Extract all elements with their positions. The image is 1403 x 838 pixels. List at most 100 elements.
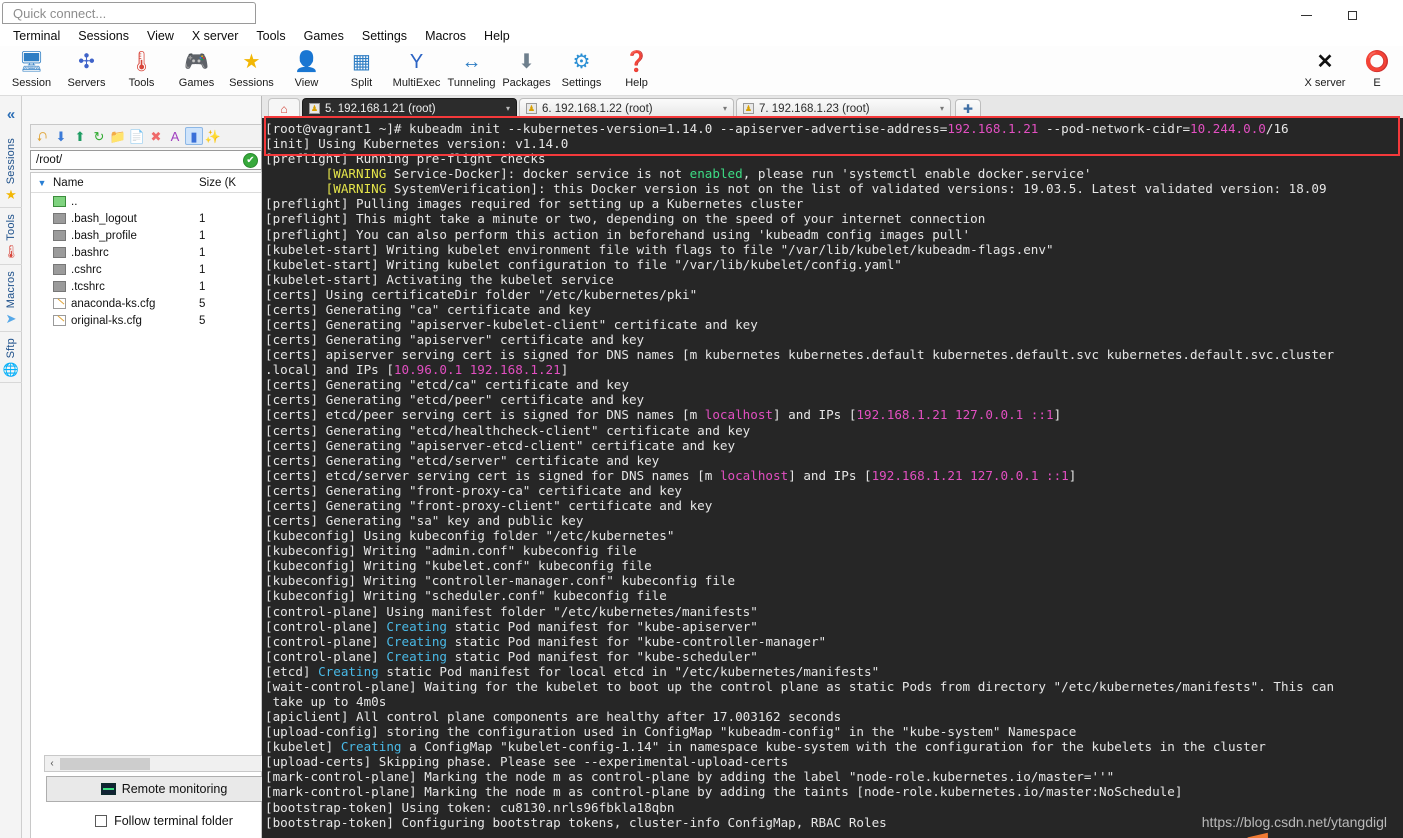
sort-descending-icon[interactable]: ▼ (31, 178, 53, 188)
x-server-icon: ✕ (1316, 51, 1334, 73)
terminal-output[interactable]: [root@vagrant1 ~]# kubeadm init --kubern… (262, 118, 1403, 838)
toolbar-button-sessions[interactable]: ★ Sessions (224, 46, 279, 89)
file-size: 1 (199, 229, 206, 242)
file-list-row[interactable]: .bash_logout 1 (31, 210, 261, 227)
refresh-icon[interactable]: ↻ (90, 127, 108, 145)
chevron-down-icon[interactable]: ▾ (506, 104, 510, 113)
toolbar-button-x-server[interactable]: ✕ X server (1299, 46, 1351, 89)
sidebar-vtab-tools[interactable]: 🌡 Tools (0, 208, 22, 265)
menu-item-x-server[interactable]: X server (183, 27, 248, 45)
terminal-line: [WARNING Service-Docker]: docker service… (325, 166, 1092, 182)
file-list-row[interactable]: .bash_profile 1 (31, 227, 261, 244)
scrollbar-thumb[interactable] (60, 757, 150, 770)
mobaxterm-window: 192.168.1.21 (root) TerminalSessionsView… (0, 0, 1403, 838)
terminal-line: [certs] Generating "ca" certificate and … (265, 301, 592, 317)
terminal-tab-1[interactable]: ♟ 5. 192.168.1.21 (root) ▾ (302, 98, 517, 118)
sftp-file-list[interactable]: ▼ Name Size (K .. .bash_logout 1 .bash_prof… (30, 172, 262, 838)
globe-icon: 🌐 (2, 361, 20, 377)
column-header-size[interactable]: Size (K (199, 177, 261, 189)
file-list-row[interactable]: anaconda-ks.cfg 5 (31, 295, 261, 312)
toolbar-button-help[interactable]: ❓ Help (609, 46, 664, 89)
new-file-icon[interactable]: 📄 (128, 127, 146, 145)
sftp-path-bar[interactable]: /root/ ✔ (30, 150, 262, 170)
file-list-row[interactable]: .bashrc 1 (31, 244, 261, 261)
chevron-down-icon[interactable]: ▾ (723, 104, 727, 113)
path-ok-icon[interactable]: ✔ (243, 153, 258, 168)
text-mode-icon[interactable]: A (166, 127, 184, 145)
chevron-down-icon[interactable]: ▾ (940, 104, 944, 113)
sidebar-vtab-sessions[interactable]: ★ Sessions (0, 132, 22, 209)
toolbar-button-label: Games (178, 77, 215, 89)
tools-icon: 🌡 (2, 243, 20, 259)
menu-item-games[interactable]: Games (295, 27, 353, 45)
upload-icon[interactable]: ⬆ (71, 127, 89, 145)
file-list-row[interactable]: .. (31, 193, 261, 210)
sidebar-vtab-macros[interactable]: ➤ Macros (0, 265, 22, 333)
toolbar-button-split[interactable]: ▦ Split (334, 46, 389, 89)
file-size: 1 (199, 263, 206, 276)
toolbar-button-label: Packages (502, 77, 551, 89)
file-size: 5 (199, 297, 206, 310)
toolbar-button-multiexec[interactable]: Υ MultiExec (389, 46, 444, 89)
collapse-sidebar-button[interactable]: « (0, 96, 22, 132)
terminal-line: [certs] etcd/server serving cert is sign… (265, 467, 1077, 483)
binary-mode-icon[interactable]: ▮ (185, 127, 203, 145)
menu-item-sessions[interactable]: Sessions (69, 27, 138, 45)
remote-monitoring-button[interactable]: Remote monitoring (46, 776, 282, 802)
sidebar-horizontal-scrollbar[interactable]: ‹ › (44, 755, 284, 772)
terminal-line: [control-plane] Creating static Pod mani… (265, 648, 758, 664)
follow-terminal-folder-checkbox[interactable] (95, 815, 108, 827)
terminal-tab-3[interactable]: ♟ 7. 192.168.1.23 (root) ▾ (736, 98, 951, 118)
terminal-line: [certs] Generating "etcd/healthcheck-cli… (265, 422, 751, 438)
toolbar-button-session[interactable]: 🖥 Session (4, 46, 59, 89)
terminal-line: [etcd] Creating static Pod manifest for … (265, 663, 880, 679)
terminal-line: [bootstrap-token] Using token: cu8130.nr… (265, 799, 675, 815)
download-icon[interactable]: ⬇ (52, 127, 70, 145)
terminal-line: [kubelet] Creating a ConfigMap "kubelet-… (265, 739, 1266, 755)
terminal-tab-2[interactable]: ♟ 6. 192.168.1.22 (root) ▾ (519, 98, 734, 118)
column-header-name[interactable]: Name (53, 177, 199, 189)
script-file-icon (53, 281, 66, 292)
terminal-line: [control-plane] Creating static Pod mani… (265, 618, 758, 634)
go-up-folder-icon[interactable]: ⮏ (33, 127, 51, 145)
terminal-line: [wait-control-plane] Waiting for the kub… (265, 678, 1335, 694)
toolbar-button-tools[interactable]: 🌡 Tools (114, 46, 169, 89)
toolbar-button-e[interactable]: ⭕ E (1351, 46, 1403, 89)
new-tab-button[interactable]: ✚ (955, 99, 981, 118)
menu-item-tools[interactable]: Tools (247, 27, 294, 45)
toolbar-button-label: Session (11, 77, 52, 89)
file-name: .cshrc (71, 263, 102, 276)
terminal-line: [certs] Generating "etcd/server" certifi… (265, 452, 660, 468)
toolbar-button-label: MultiExec (392, 77, 441, 89)
toolbar-button-settings[interactable]: ⚙ Settings (554, 46, 609, 89)
terminal-tabstrip: ⌂ ♟ 5. 192.168.1.21 (root) ▾ ♟ 6. 192.168.1.… (262, 96, 1403, 118)
menu-item-help[interactable]: Help (475, 27, 519, 45)
home-tab[interactable]: ⌂ (268, 98, 300, 118)
toolbar-button-view[interactable]: 👤 View (279, 46, 334, 89)
terminal-line: [kubeconfig] Using kubeconfig folder "/e… (265, 528, 675, 544)
menu-item-macros[interactable]: Macros (416, 27, 475, 45)
delete-icon[interactable]: ✖ (147, 127, 165, 145)
monitor-icon (100, 783, 116, 795)
scroll-left-icon[interactable]: ‹ (45, 758, 59, 769)
toolbar-button-servers[interactable]: ✣ Servers (59, 46, 114, 89)
follow-terminal-folder-row[interactable]: Follow terminal folder (46, 810, 282, 832)
toolbar-button-tunneling[interactable]: ↔ Tunneling (444, 46, 499, 89)
menu-item-terminal[interactable]: Terminal (4, 27, 69, 45)
quick-connect-placeholder: Quick connect... (13, 5, 107, 21)
file-list-row[interactable]: original-ks.cfg 5 (31, 312, 261, 329)
new-folder-icon[interactable]: 📁 (109, 127, 127, 145)
toolbar-button-packages[interactable]: ⬇ Packages (499, 46, 554, 89)
sidebar-vtab-label: Sftp (5, 338, 17, 359)
sidebar-vtab-sftp[interactable]: 🌐 Sftp (0, 332, 22, 383)
menu-item-settings[interactable]: Settings (353, 27, 416, 45)
file-list-row[interactable]: .tcshrc 1 (31, 278, 261, 295)
terminal-line: [WARNING SystemVerification]: this Docke… (325, 181, 1327, 197)
permissions-icon[interactable]: ✨ (204, 127, 222, 145)
quick-connect-input[interactable]: Quick connect... (2, 2, 256, 24)
terminal-line: [kubeconfig] Writing "kubelet.conf" kube… (265, 558, 652, 574)
file-list-row[interactable]: .cshrc 1 (31, 261, 261, 278)
toolbar-button-games[interactable]: 🎮 Games (169, 46, 224, 89)
games-icon: 🎮 (184, 51, 209, 73)
menu-item-view[interactable]: View (138, 27, 183, 45)
